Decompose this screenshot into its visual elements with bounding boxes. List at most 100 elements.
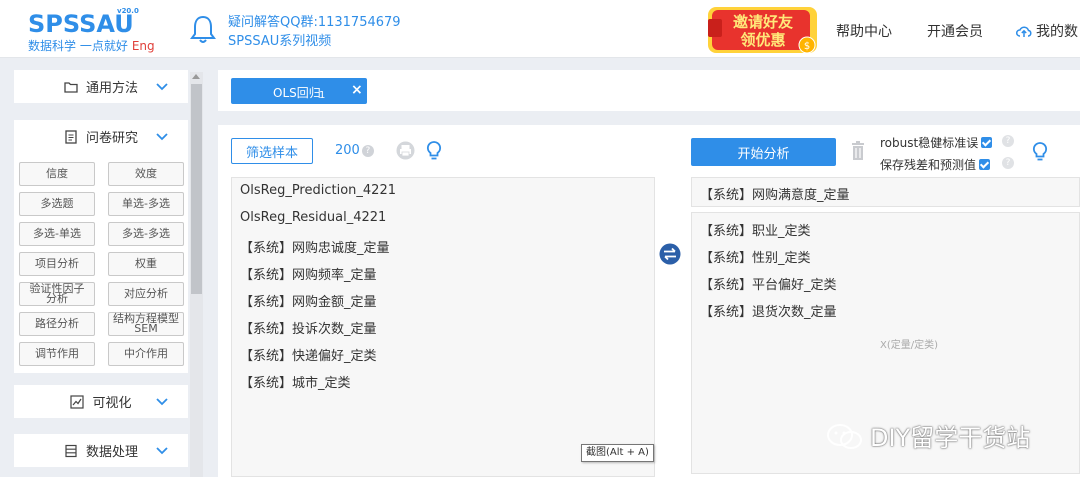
path-analysis-button[interactable]: 路径分析 bbox=[19, 312, 95, 336]
variable-item[interactable]: 【系统】投诉次数_定量 bbox=[240, 318, 377, 337]
section-data-header[interactable]: 数据处理 bbox=[14, 434, 188, 467]
validity-button[interactable]: 效度 bbox=[108, 162, 184, 186]
robust-help-icon[interactable]: ? bbox=[1002, 135, 1014, 147]
save-residual-label: 保存残差和预测值 bbox=[880, 158, 977, 172]
variable-item[interactable]: 【系统】网购频率_定量 bbox=[240, 264, 377, 283]
cfa-line2: 分析 bbox=[46, 292, 68, 305]
correspondence-analysis-button[interactable]: 对应分析 bbox=[108, 282, 184, 306]
help-icon[interactable]: ? bbox=[361, 145, 374, 157]
invite-friends-banner[interactable]: $ 邀请好友 领优惠 bbox=[706, 5, 819, 55]
robust-label: robust稳健标准误 bbox=[880, 136, 979, 150]
save-residual-checkbox[interactable] bbox=[979, 159, 991, 170]
mediation-button[interactable]: 中介作用 bbox=[108, 342, 184, 366]
language-switch[interactable]: Eng bbox=[132, 39, 155, 53]
multi-multi-button[interactable]: 多选-多选 bbox=[108, 222, 184, 246]
svg-text:$: $ bbox=[804, 41, 810, 52]
variable-item[interactable]: 【系统】城市_定类 bbox=[240, 372, 351, 391]
sample-count: 200? bbox=[335, 143, 374, 158]
sem-button[interactable]: 结构方程模型 SEM bbox=[108, 312, 184, 336]
invite-line2: 领优惠 bbox=[739, 31, 785, 49]
robust-checkbox[interactable] bbox=[981, 137, 993, 148]
cfa-button[interactable]: 验证性因子 分析 bbox=[19, 282, 95, 306]
screenshot-tooltip: 截图(Alt + A) bbox=[581, 444, 654, 462]
chevron-down-icon[interactable] bbox=[156, 444, 168, 456]
top-header: SPSSAU v20.0 数据科学 一点就好 Eng 疑问解答QQ群:113175… bbox=[0, 0, 1080, 58]
sample-count-value: 200 bbox=[335, 143, 360, 158]
section-survey-header[interactable]: 问卷研究 bbox=[14, 120, 188, 153]
section-data-label: 数据处理 bbox=[85, 445, 138, 460]
reliability-button[interactable]: 信度 bbox=[19, 162, 95, 186]
nav-my-data-label: 我的数 bbox=[1036, 24, 1078, 40]
watermark-text: DIY留学干货站 bbox=[870, 424, 1031, 452]
x-box-hint: X(定量/定类) bbox=[880, 340, 939, 351]
item-analysis-button[interactable]: 项目分析 bbox=[19, 252, 95, 276]
nav-open-vip[interactable]: 开通会员 bbox=[927, 21, 983, 41]
multiple-choice-button[interactable]: 多选题 bbox=[19, 192, 95, 216]
qq-group-info[interactable]: 疑问解答QQ群:1131754679 SPSSAU系列视频 bbox=[228, 13, 401, 51]
tab-bar: OLS回归 1 × bbox=[218, 70, 1080, 111]
tab-ols-regression[interactable]: OLS回归 1 × bbox=[231, 78, 367, 104]
save-residual-option[interactable]: 保存残差和预测值 bbox=[880, 156, 991, 173]
weight-button[interactable]: 权重 bbox=[108, 252, 184, 276]
chevron-down-icon[interactable] bbox=[156, 395, 168, 407]
sem-line2: SEM bbox=[134, 322, 158, 335]
variable-item[interactable]: 【系统】网购忠诚度_定量 bbox=[240, 237, 390, 256]
invite-line1: 邀请好友 bbox=[733, 13, 793, 31]
logo-version: v20.0 bbox=[117, 7, 139, 15]
independent-variable-item[interactable]: 【系统】平台偏好_定类 bbox=[700, 274, 837, 293]
variable-item[interactable]: 【系统】网购金额_定量 bbox=[240, 291, 377, 310]
dependent-variable-box[interactable]: 【系统】网购满意度_定量 bbox=[691, 177, 1080, 207]
lightbulb-icon[interactable] bbox=[426, 140, 442, 161]
chevron-down-icon[interactable] bbox=[156, 80, 168, 92]
slogan-text: 数据科学 一点就好 bbox=[28, 39, 128, 53]
section-visual-header[interactable]: 可视化 bbox=[14, 385, 188, 418]
cloud-upload-icon bbox=[1016, 26, 1032, 37]
section-general-label: 通用方法 bbox=[85, 81, 138, 96]
variable-item[interactable]: 【系统】快递偏好_定类 bbox=[240, 345, 377, 364]
multi-single-button[interactable]: 多选-单选 bbox=[19, 222, 95, 246]
watermark: DIY留学干货站 bbox=[826, 418, 1030, 453]
moderation-button[interactable]: 调节作用 bbox=[19, 342, 95, 366]
save-help-icon[interactable]: ? bbox=[1002, 157, 1014, 169]
single-multi-button[interactable]: 单选-多选 bbox=[108, 192, 184, 216]
tab-label: OLS回归 bbox=[273, 86, 321, 100]
document-icon bbox=[65, 129, 77, 144]
line-chart-icon bbox=[70, 394, 85, 409]
database-icon bbox=[65, 444, 77, 457]
scroll-up-arrow-icon[interactable] bbox=[192, 74, 200, 79]
nav-help-center[interactable]: 帮助中心 bbox=[836, 21, 892, 41]
print-icon[interactable] bbox=[396, 141, 415, 160]
video-series-link[interactable]: SPSSAU系列视频 bbox=[228, 32, 401, 51]
independent-variable-item[interactable]: 【系统】职业_定类 bbox=[700, 220, 811, 239]
bell-icon[interactable] bbox=[190, 14, 216, 44]
logo-slogan: 数据科学 一点就好 Eng bbox=[28, 37, 155, 54]
spssau-logo[interactable]: SPSSAU v20.0 数据科学 一点就好 Eng bbox=[26, 6, 176, 54]
folder-icon bbox=[64, 81, 78, 93]
nav-my-data[interactable]: 我的数 bbox=[1016, 21, 1078, 41]
close-icon[interactable]: × bbox=[351, 82, 363, 98]
trash-icon[interactable] bbox=[850, 140, 866, 161]
section-general-header[interactable]: 通用方法 bbox=[14, 70, 188, 103]
start-analysis-button[interactable]: 开始分析 bbox=[691, 138, 836, 166]
section-general-methods[interactable]: 通用方法 bbox=[14, 70, 188, 103]
lightbulb-icon[interactable] bbox=[1032, 141, 1048, 162]
sidebar-scroll-thumb[interactable] bbox=[191, 84, 202, 294]
wechat-icon bbox=[827, 424, 862, 449]
available-variables-list[interactable]: OlsReg_Prediction_4221 OlsReg_Residual_4… bbox=[231, 177, 655, 477]
section-data-processing[interactable]: 数据处理 bbox=[14, 434, 188, 467]
tab-badge: 1 bbox=[319, 90, 326, 101]
sidebar-scrollbar[interactable] bbox=[190, 72, 203, 477]
qq-group-text[interactable]: 疑问解答QQ群:1131754679 bbox=[228, 13, 401, 32]
variable-item[interactable]: OlsReg_Prediction_4221 bbox=[240, 183, 396, 198]
swap-arrows-icon[interactable] bbox=[659, 243, 681, 265]
filter-sample-button[interactable]: 筛选样本 bbox=[231, 138, 313, 164]
dependent-variable-item[interactable]: 【系统】网购满意度_定量 bbox=[700, 184, 850, 203]
independent-variable-item[interactable]: 【系统】退货次数_定量 bbox=[700, 301, 837, 320]
independent-variable-item[interactable]: 【系统】性别_定类 bbox=[700, 247, 811, 266]
section-survey-label: 问卷研究 bbox=[85, 131, 138, 146]
section-visualization[interactable]: 可视化 bbox=[14, 385, 188, 418]
chevron-down-icon[interactable] bbox=[156, 130, 168, 142]
robust-option[interactable]: robust稳健标准误 bbox=[880, 134, 993, 151]
variable-item[interactable]: OlsReg_Residual_4221 bbox=[240, 210, 386, 225]
section-visual-label: 可视化 bbox=[92, 396, 132, 411]
